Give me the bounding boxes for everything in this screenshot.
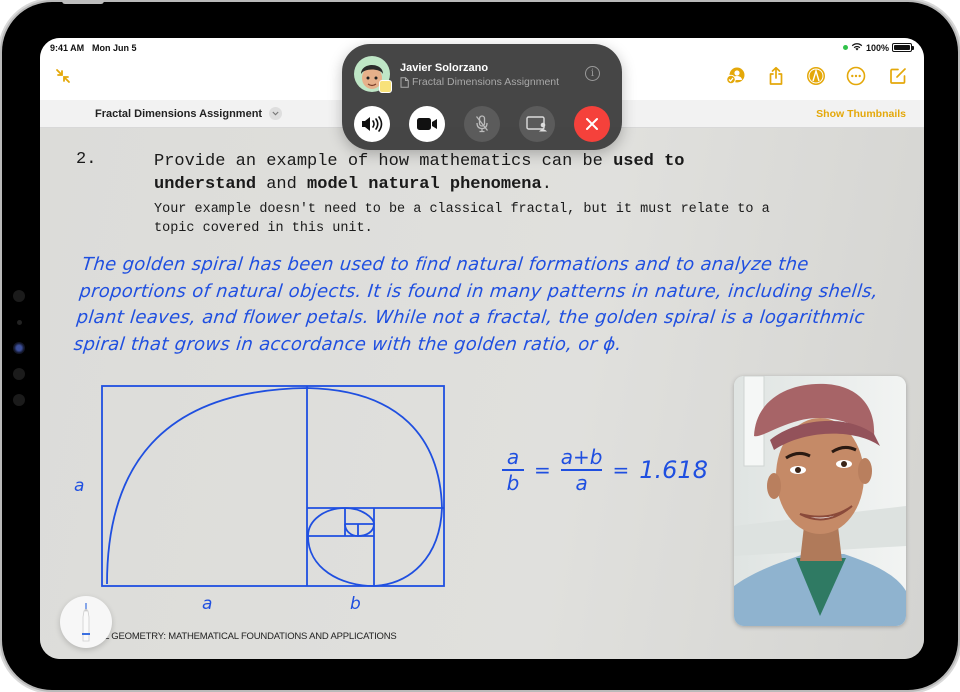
denominator: b bbox=[506, 471, 520, 495]
question-text-segment: Provide an example of how mathematics ca… bbox=[154, 152, 614, 171]
sensor-dot bbox=[13, 368, 25, 380]
mic-off-icon bbox=[475, 115, 489, 133]
handwritten-answer: The golden spiral has been used to find … bbox=[72, 254, 880, 355]
question-text: Provide an example of how mathematics ca… bbox=[154, 150, 774, 196]
ipad-frame: 9:41 AM Mon Jun 5 100% Fractal Dimension… bbox=[2, 0, 958, 690]
question-text-segment: . bbox=[541, 175, 552, 194]
equals-sign: = bbox=[612, 458, 630, 482]
fraction-a-over-b: a b bbox=[502, 446, 524, 494]
battery-level bbox=[894, 45, 910, 50]
status-date: Mon Jun 5 bbox=[92, 43, 137, 53]
label-bottom-a: a bbox=[202, 594, 213, 614]
label-side-a: a bbox=[74, 476, 85, 496]
facetime-video-tile[interactable] bbox=[734, 376, 906, 626]
numerator: a+b bbox=[560, 445, 603, 469]
shared-document-name: Fractal Dimensions Assignment bbox=[412, 76, 560, 88]
numerator: a bbox=[506, 445, 520, 469]
collapse-icon[interactable] bbox=[53, 66, 73, 86]
fraction-a-plus-b-over-a: a+b a bbox=[560, 445, 603, 495]
camera-in-use-indicator bbox=[842, 45, 848, 50]
battery-percent: 100% bbox=[865, 42, 889, 53]
collaborate-icon[interactable] bbox=[726, 66, 746, 86]
share-screen-button[interactable] bbox=[519, 106, 555, 142]
pencil-tool-button[interactable] bbox=[60, 596, 112, 648]
question-subtext: Your example doesn't need to be a classi… bbox=[154, 202, 770, 236]
shareplay-icon bbox=[526, 116, 547, 132]
sensor-dot bbox=[13, 290, 25, 302]
end-call-button[interactable] bbox=[574, 106, 610, 142]
sensor-dot bbox=[13, 394, 25, 406]
pencil-icon bbox=[82, 603, 90, 642]
front-camera bbox=[13, 342, 25, 354]
speaker-icon bbox=[362, 116, 383, 132]
video-camera-icon bbox=[417, 118, 437, 130]
speaker-button[interactable] bbox=[354, 106, 390, 142]
mute-button[interactable] bbox=[464, 106, 500, 142]
question-text-segment: model natural phenomena bbox=[307, 175, 542, 194]
label-bottom-b: b bbox=[350, 594, 361, 614]
info-icon[interactable]: i bbox=[585, 66, 600, 81]
battery-icon bbox=[892, 43, 914, 52]
chevron-down-icon[interactable] bbox=[269, 107, 282, 120]
equals-sign: = bbox=[534, 458, 551, 482]
markup-icon[interactable] bbox=[806, 66, 826, 86]
denominator: a bbox=[575, 471, 588, 495]
show-thumbnails-button[interactable]: Show Thumbnails bbox=[816, 108, 906, 120]
document-page: 2. Provide an example of how mathematics… bbox=[40, 128, 924, 659]
golden-ratio-value: 1.618 bbox=[639, 456, 708, 484]
shared-document[interactable]: Fractal Dimensions Assignment bbox=[400, 76, 568, 88]
golden-ratio-equation: a b = a+b a = 1.618 bbox=[502, 446, 708, 494]
document-icon bbox=[400, 76, 409, 88]
camera-button[interactable] bbox=[409, 106, 445, 142]
wifi-icon bbox=[851, 42, 863, 53]
caller-name: Javier Solorzano bbox=[400, 62, 489, 74]
volume-button bbox=[62, 0, 104, 4]
document-title[interactable]: Fractal Dimensions Assignment bbox=[95, 108, 262, 120]
status-indicators: 100% bbox=[842, 42, 914, 53]
question-text-segment: and bbox=[256, 175, 308, 194]
page-footer: AL GEOMETRY: MATHEMATICAL FOUNDATIONS AN… bbox=[98, 631, 397, 642]
close-icon bbox=[586, 118, 598, 130]
question-number: 2. bbox=[76, 150, 97, 169]
screen: 9:41 AM Mon Jun 5 100% Fractal Dimension… bbox=[40, 38, 924, 659]
outer-rectangle bbox=[101, 385, 445, 587]
more-icon[interactable] bbox=[846, 66, 866, 86]
sensor-dot bbox=[17, 320, 22, 325]
notes-app-badge bbox=[379, 80, 392, 93]
facetime-hud: Javier Solorzano Fractal Dimensions Assi… bbox=[342, 44, 622, 150]
share-icon[interactable] bbox=[766, 66, 786, 86]
participant-video bbox=[734, 376, 906, 626]
compose-icon[interactable] bbox=[888, 66, 908, 86]
status-time: 9:41 AM bbox=[50, 43, 85, 53]
spiral-curve bbox=[106, 387, 443, 587]
